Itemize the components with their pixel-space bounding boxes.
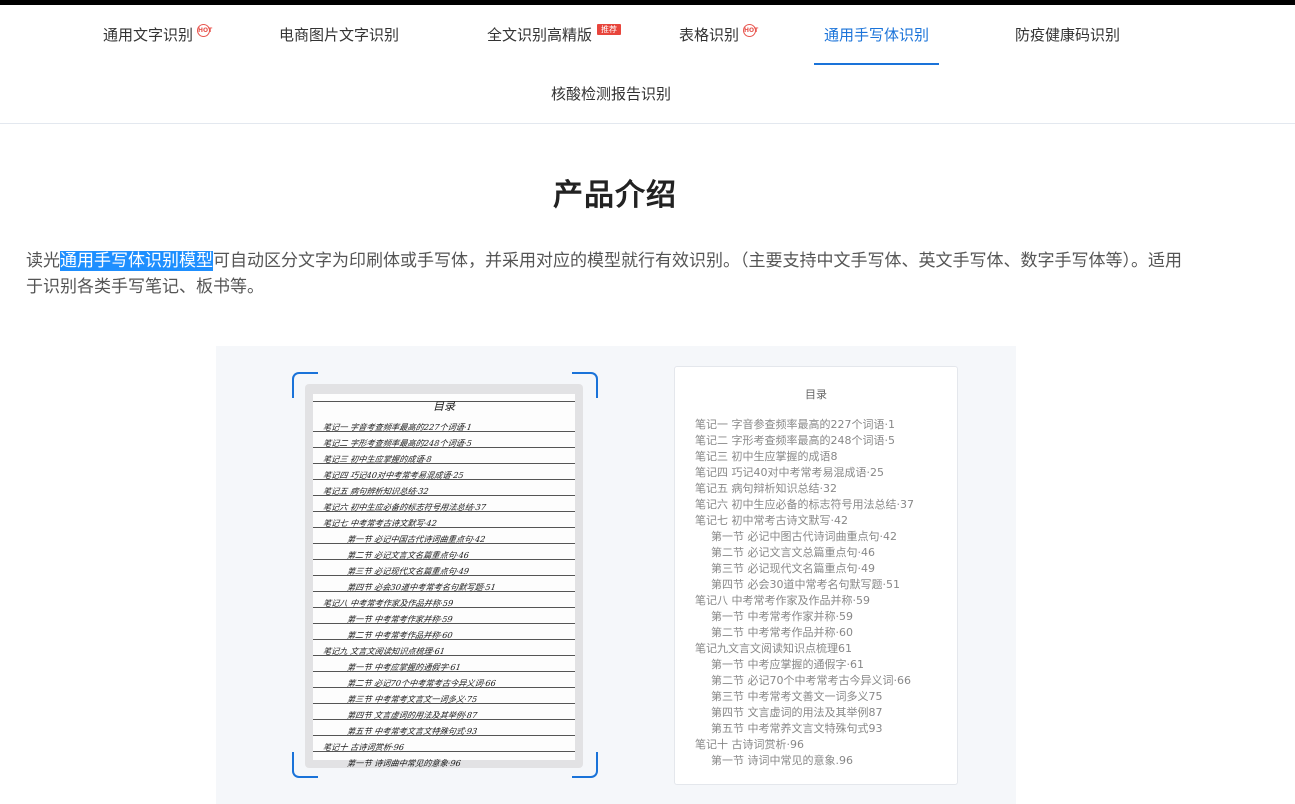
demo-panel: 目录 笔记一 字音考查频率最高的227个词语·1 笔记二 字形考查频率最高的248… <box>216 346 1016 804</box>
toc-line: 第三节 中考常考文善文一词多义75 <box>711 690 883 703</box>
toc-line: 笔记六 初中生应必备的标志符号用法总结·37 <box>695 498 914 511</box>
toc-line: 第一节 中考常考作家并称·59 <box>711 610 853 623</box>
handwritten-line: 第三节 必记现代文名篇重点句·49 <box>346 566 470 576</box>
toc-line: 笔记二 字形考查频率最高的248个词语·5 <box>695 434 895 447</box>
section-title: 产品介绍 <box>553 178 677 213</box>
toc-line: 第二节 中考常考作品并称·60 <box>711 626 853 639</box>
toc-line: 第二节 必记文言文总篇重点句·46 <box>711 546 875 559</box>
handwritten-line: 笔记五 病句辨析知识总结·32 <box>322 486 430 496</box>
toc-line: 笔记五 病句辩析知识总结·32 <box>695 482 837 495</box>
handwritten-line: 笔记八 中考常考作家及作品并称·59 <box>322 598 454 608</box>
tab-label: 核酸检测报告识别 <box>551 85 672 103</box>
handwritten-photo: 目录 笔记一 字音考查频率最高的227个词语·1 笔记二 字形考查频率最高的248… <box>305 384 583 768</box>
handwritten-line: 第二节 必记70个中考常考古今异义词·66 <box>346 678 497 688</box>
handwritten-line: 第四节 必会30道中考常考名句默写题·51 <box>346 582 497 592</box>
handwritten-line: 笔记二 字形考查频率最高的248个词语·5 <box>322 438 473 448</box>
toc-line: 第一节 诗词中常见的意象.96 <box>711 754 853 767</box>
tab-handwriting[interactable]: 通用手写体识别 <box>813 19 940 65</box>
product-tabs: 通用文字识别 HOT 电商图片文字识别 全文识别高精版 推荐 表格识别 HOT 通用手… <box>0 5 1295 124</box>
handwritten-line: 笔记四 巧记40对中考常考易混成语·25 <box>322 470 465 480</box>
handwritten-line: 笔记七 中考常考古诗文默写·42 <box>322 518 438 528</box>
tab-label: 通用文字识别 <box>103 26 194 44</box>
handwritten-paper: 目录 笔记一 字音考查频率最高的227个词语·1 笔记二 字形考查频率最高的248… <box>313 394 575 768</box>
hot-badge-icon: HOT <box>743 24 758 37</box>
handwritten-title: 目录 <box>433 400 455 413</box>
handwritten-line: 笔记三 初中生应掌握的成语·8 <box>322 454 433 464</box>
tab-table[interactable]: 表格识别 HOT <box>679 19 758 65</box>
tab-ecommerce-text[interactable]: 电商图片文字识别 <box>279 19 399 65</box>
toc-line: 第二节 必记70个中考常考古今异义词·66 <box>711 674 911 687</box>
tab-nucleic-report[interactable]: 核酸检测报告识别 <box>551 78 671 124</box>
tab-label: 电商图片文字识别 <box>279 26 400 44</box>
handwritten-line: 第一节 必记中国古代诗词曲重点句·42 <box>346 534 487 544</box>
hot-badge-icon: HOT <box>197 24 212 37</box>
tab-fulltext-hd[interactable]: 全文识别高精版 推荐 <box>487 19 622 65</box>
recognition-result: 目录 笔记一 字音参查频率最高的227个词语·1 笔记二 字形考查频率最高的248… <box>674 366 958 785</box>
product-intro: 读光通用手写体识别模型可自动区分文字为印刷体或手写体，并采用对应的模型就行有效识… <box>26 248 1196 300</box>
intro-prefix: 读光 <box>26 251 60 271</box>
handwritten-line: 第二节 必记文言文名篇重点句·46 <box>346 550 470 560</box>
toc-line: 第一节 中考应掌握的通假字·61 <box>711 658 864 671</box>
toc-line: 第一节 必记中图古代诗词曲重点句·42 <box>711 530 897 543</box>
handwritten-line: 第五节 中考常考文言文特殊句式·93 <box>346 726 478 736</box>
tab-general-text[interactable]: 通用文字识别 HOT <box>103 19 212 65</box>
toc-title: 目录 <box>805 388 827 401</box>
handwritten-line: 第一节 中考常考作家并称·59 <box>346 614 454 624</box>
intro-highlight: 通用手写体识别模型 <box>60 251 213 271</box>
handwritten-line: 笔记十 古诗词赏析·96 <box>322 742 405 752</box>
toc-line: 第四节 必会30道中常考名句默写题·51 <box>711 578 900 591</box>
toc-line: 笔记一 字音参查频率最高的227个词语·1 <box>695 418 895 431</box>
toc-line: 第四节 文言虚词的用法及其举例87 <box>711 706 883 719</box>
tab-health-code[interactable]: 防疫健康码识别 <box>1015 19 1120 65</box>
tab-label: 表格识别 <box>679 26 740 44</box>
toc-line: 笔记九文言文阅读知识点梳理61 <box>695 642 852 655</box>
toc-line: 笔记四 巧记40对中考常考易混成语·25 <box>695 466 884 479</box>
handwritten-line: 第二节 中考常考作品并称·60 <box>346 630 454 640</box>
handwritten-line: 笔记一 字音考查频率最高的227个词语·1 <box>322 422 473 432</box>
toc-line: 笔记十 古诗词赏析·96 <box>695 738 804 751</box>
handwritten-line: 第三节 中考常考文言文一词多义·75 <box>346 694 478 704</box>
tab-label: 通用手写体识别 <box>824 26 930 44</box>
handwritten-line: 第一节 诗词曲中常见的意象·96 <box>346 758 462 768</box>
toc-line: 笔记七 初中常考古诗文默写·42 <box>695 514 848 527</box>
toc-line: 笔记三 初中生应掌握的成语8 <box>695 450 838 463</box>
toc-line: 第五节 中考常养文言文特殊句式93 <box>711 722 883 735</box>
handwritten-line: 笔记九 文言文阅读知识点梳理·61 <box>322 646 446 656</box>
toc-line: 笔记八 中考常考作家及作品并称·59 <box>695 594 870 607</box>
handwritten-line: 第一节 中考应掌握的通假字·61 <box>346 662 462 672</box>
handwritten-line: 笔记六 初中生应必备的标志符号用法总结·37 <box>322 502 487 512</box>
handwritten-line: 第四节 文言虚词的用法及其举例·87 <box>346 710 478 720</box>
toc-line: 第三节 必记现代文名篇重点句·49 <box>711 562 875 575</box>
recommend-badge: 推荐 <box>597 24 622 35</box>
tab-label: 防疫健康码识别 <box>1015 26 1121 44</box>
tab-label: 全文识别高精版 <box>487 26 593 44</box>
